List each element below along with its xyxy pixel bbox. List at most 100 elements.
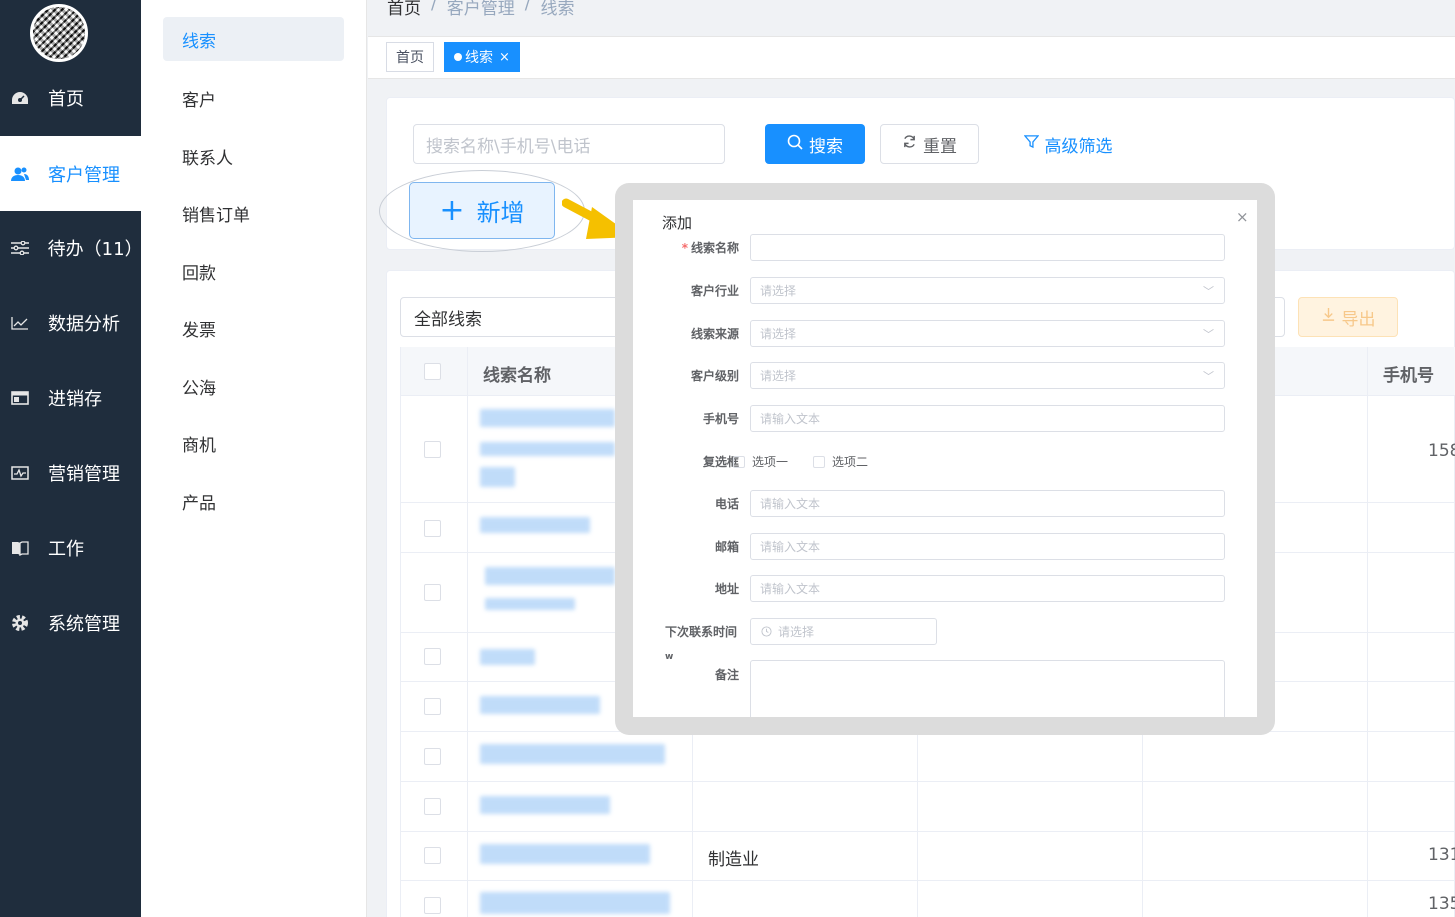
sub-item-contacts[interactable]: 联系人 bbox=[163, 134, 344, 178]
search-icon bbox=[787, 134, 803, 155]
field-label-next-contact: 下次联系时间 bbox=[664, 625, 737, 639]
redacted-lead-name[interactable] bbox=[480, 696, 600, 714]
export-button[interactable]: 导出 bbox=[1298, 297, 1398, 337]
reset-button[interactable]: 重置 bbox=[880, 124, 979, 164]
download-icon bbox=[1321, 307, 1336, 327]
tag-leads[interactable]: 线索 × bbox=[444, 42, 520, 72]
window-icon bbox=[10, 390, 30, 405]
tag-label: 首页 bbox=[396, 50, 424, 66]
select-all-checkbox[interactable] bbox=[424, 363, 441, 380]
close-icon[interactable]: × bbox=[1236, 208, 1249, 226]
row-checkbox[interactable] bbox=[424, 698, 441, 715]
breadcrumb-parent[interactable]: 客户管理 bbox=[447, 0, 515, 19]
sub-item-public-pool[interactable]: 公海 bbox=[163, 364, 344, 408]
checkbox-option-1[interactable]: 选项一 bbox=[733, 453, 788, 470]
nav-item-work[interactable]: 工作 bbox=[0, 510, 141, 585]
row-phone: 131 bbox=[1428, 845, 1455, 865]
next-contact-date-picker[interactable]: 请选择 bbox=[750, 618, 937, 645]
lead-name-input[interactable] bbox=[750, 234, 1225, 261]
search-button[interactable]: 搜索 bbox=[765, 124, 865, 164]
field-label-checkbox: 复选框 bbox=[702, 455, 739, 469]
breadcrumb-separator: / bbox=[431, 0, 437, 14]
field-label-lead-name: * 线索名称 bbox=[633, 239, 739, 256]
phone-input[interactable]: 请输入文本 bbox=[750, 490, 1225, 517]
row-phone: 135 bbox=[1428, 894, 1455, 914]
field-label-source: 线索来源 bbox=[690, 327, 739, 341]
redacted-lead-name bbox=[480, 442, 615, 456]
close-icon[interactable]: × bbox=[499, 50, 510, 65]
source-select[interactable]: 请选择 ﹀ bbox=[750, 320, 1225, 347]
redacted-lead-name[interactable] bbox=[480, 649, 535, 665]
users-icon bbox=[10, 166, 30, 182]
row-checkbox[interactable] bbox=[424, 847, 441, 864]
field-label-level: 客户级别 bbox=[690, 369, 739, 383]
lead-scope-select[interactable]: 全部线索 bbox=[400, 297, 640, 337]
remark-textarea[interactable] bbox=[750, 660, 1225, 717]
clock-icon bbox=[761, 626, 772, 637]
row-checkbox[interactable] bbox=[424, 584, 441, 601]
nav-label: 客户管理 bbox=[48, 164, 120, 186]
line-chart-icon bbox=[10, 316, 30, 330]
sub-item-sales-orders[interactable]: 销售订单 bbox=[163, 191, 344, 235]
nav-item-inventory[interactable]: 进销存 bbox=[0, 360, 141, 435]
row-divider bbox=[400, 831, 1455, 832]
sub-item-customers[interactable]: 客户 bbox=[163, 76, 344, 120]
redacted-lead-name[interactable] bbox=[480, 796, 610, 814]
nav-item-data-analysis[interactable]: 数据分析 bbox=[0, 285, 141, 360]
row-checkbox[interactable] bbox=[424, 897, 441, 914]
refresh-icon bbox=[902, 134, 917, 154]
row-checkbox[interactable] bbox=[424, 520, 441, 537]
redacted-lead-name[interactable] bbox=[485, 567, 615, 585]
email-input[interactable]: 请输入文本 bbox=[750, 533, 1225, 560]
chevron-down-icon: ﹀ bbox=[1203, 285, 1214, 298]
search-input[interactable]: 搜索名称\手机号\电话 bbox=[413, 124, 725, 164]
redacted-lead-name[interactable] bbox=[480, 744, 665, 764]
sub-item-leads[interactable]: 线索 bbox=[163, 17, 344, 61]
redacted-lead-name[interactable] bbox=[480, 892, 670, 914]
input-placeholder: 请输入文本 bbox=[760, 497, 821, 511]
sub-item-payments[interactable]: 回款 bbox=[163, 249, 344, 293]
redacted-lead-name bbox=[480, 467, 515, 487]
checkbox-label: 选项二 bbox=[832, 455, 869, 469]
add-button-label: 新增 bbox=[476, 199, 525, 227]
mobile-input[interactable]: 请输入文本 bbox=[750, 405, 1225, 432]
breadcrumb-home[interactable]: 首页 bbox=[387, 0, 421, 19]
address-input[interactable]: 请输入文本 bbox=[750, 575, 1225, 602]
row-checkbox[interactable] bbox=[424, 648, 441, 665]
filter-icon bbox=[1023, 134, 1039, 154]
add-button[interactable]: + 新增 bbox=[409, 182, 555, 239]
sub-item-products[interactable]: 产品 bbox=[163, 479, 344, 523]
redacted-lead-name[interactable] bbox=[480, 409, 615, 427]
pulse-icon bbox=[10, 465, 30, 480]
tag-label: 线索 bbox=[465, 50, 493, 66]
tag-home[interactable]: 首页 bbox=[386, 42, 434, 72]
dialog-title: 添加 bbox=[662, 214, 693, 232]
sub-item-invoices[interactable]: 发票 bbox=[163, 306, 344, 350]
nav-item-marketing[interactable]: 营销管理 bbox=[0, 435, 141, 510]
nav-item-customer-management[interactable]: 客户管理 bbox=[0, 136, 141, 211]
zoom-frame: 添加 × * 线索名称 客户行业 请选择 ﹀ 线索来源 请选择 ﹀ 客户级别 请选… bbox=[615, 183, 1275, 735]
field-label-email: 邮箱 bbox=[714, 540, 739, 554]
advanced-filter-button[interactable]: 高级筛选 bbox=[1013, 124, 1123, 164]
sliders-icon bbox=[10, 240, 30, 255]
industry-select[interactable]: 请选择 ﹀ bbox=[750, 277, 1225, 304]
stray-mark: w bbox=[665, 652, 674, 662]
redacted-lead-name[interactable] bbox=[480, 517, 590, 533]
row-checkbox[interactable] bbox=[424, 798, 441, 815]
row-industry: 制造业 bbox=[708, 850, 759, 870]
nav-label: 首页 bbox=[48, 88, 84, 110]
checkbox-option-2[interactable]: 选项二 bbox=[813, 453, 868, 470]
redacted-lead-name bbox=[485, 598, 575, 610]
sub-item-opportunities[interactable]: 商机 bbox=[163, 421, 344, 465]
redacted-lead-name[interactable] bbox=[480, 844, 650, 864]
nav-item-todo[interactable]: 待办（11） bbox=[0, 210, 143, 285]
level-select[interactable]: 请选择 ﹀ bbox=[750, 362, 1225, 389]
row-checkbox[interactable] bbox=[424, 441, 441, 458]
row-phone: 158 bbox=[1428, 441, 1455, 461]
label-text: 线索名称 bbox=[690, 241, 739, 255]
nav-item-home[interactable]: 首页 bbox=[0, 60, 141, 135]
row-checkbox[interactable] bbox=[424, 748, 441, 765]
user-avatar[interactable] bbox=[30, 4, 88, 62]
add-lead-dialog: 添加 × * 线索名称 客户行业 请选择 ﹀ 线索来源 请选择 ﹀ 客户级别 请选… bbox=[633, 200, 1257, 717]
nav-item-system[interactable]: 系统管理 bbox=[0, 585, 141, 660]
